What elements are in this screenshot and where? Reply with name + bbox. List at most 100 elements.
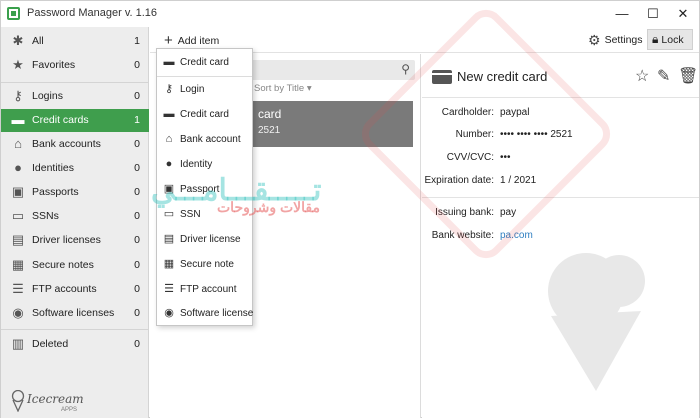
sidebar-item-label: Favorites xyxy=(32,59,76,71)
sidebar-item-deleted[interactable]: ▥ Deleted 0 xyxy=(1,333,149,356)
sidebar-divider xyxy=(1,329,149,330)
number-value[interactable]: •••• •••• •••• 2521 xyxy=(500,129,573,140)
sidebar-item-credit-cards[interactable]: ▬ Credit cards 1 xyxy=(1,109,149,132)
menu-item-driver-license[interactable]: ▤ Driver license xyxy=(157,228,252,252)
sidebar-item-count: 0 xyxy=(134,283,140,295)
menu-item-bank-account[interactable]: ⌂ Bank account xyxy=(157,128,252,152)
sidebar-item-label: All xyxy=(32,35,44,47)
star-icon: ★ xyxy=(12,57,24,72)
bank-website-link[interactable]: pa.com xyxy=(500,230,533,241)
maximize-button[interactable]: ☐ xyxy=(638,5,668,23)
sidebar-item-driver-licenses[interactable]: ▤ Driver licenses 0 xyxy=(1,229,149,252)
gear-icon: ⚙ xyxy=(588,32,601,48)
search-icon[interactable]: ⚲ xyxy=(401,62,410,76)
expiration-value[interactable]: 1 / 2021 xyxy=(500,175,536,186)
sidebar-item-favorites[interactable]: ★ Favorites 0 xyxy=(1,54,149,77)
menu-item-credit-card-recent[interactable]: ▬ Credit card xyxy=(157,51,252,75)
menu-item-passport[interactable]: ▣ Passport xyxy=(157,178,252,202)
trash-icon: ▥ xyxy=(11,336,25,351)
sidebar-item-bank-accounts[interactable]: ⌂ Bank accounts 0 xyxy=(1,133,149,156)
cardholder-label: Cardholder: xyxy=(441,107,494,118)
sidebar-item-ssns[interactable]: ▭ SSNs 0 xyxy=(1,205,149,228)
expiration-label: Expiration date: xyxy=(424,175,495,186)
passport-icon: ▣ xyxy=(11,184,25,199)
sidebar-item-count: 0 xyxy=(134,259,140,271)
menu-item-label: Driver license xyxy=(180,234,241,245)
sidebar-item-count: 0 xyxy=(134,307,140,319)
credit-card-icon xyxy=(432,70,452,84)
lock-button[interactable]: 🔒︎ Lock xyxy=(647,29,693,50)
sidebar-item-all[interactable]: ✱ All 1 xyxy=(1,30,149,53)
app-window: Password Manager v. 1.16 — ☐ ✕ ✱ All 1 ★… xyxy=(0,0,700,418)
sort-dropdown[interactable]: Sort by Title ▾ xyxy=(254,83,312,94)
menu-item-identity[interactable]: ● Identity xyxy=(157,153,252,177)
menu-item-label: FTP account xyxy=(180,284,237,295)
sidebar-item-label: Passports xyxy=(32,186,79,198)
edit-pencil-icon[interactable]: ✎ xyxy=(657,66,670,86)
detail-divider xyxy=(422,97,699,98)
sidebar-item-count: 0 xyxy=(134,338,140,350)
note-icon: ▦ xyxy=(11,257,25,272)
settings-button[interactable]: ⚙ Settings xyxy=(588,32,643,49)
brand-logo-icon xyxy=(11,390,25,412)
plus-icon: + xyxy=(164,32,173,49)
sidebar-item-label: Identities xyxy=(32,162,75,174)
issuing-bank-label: Issuing bank: xyxy=(435,207,494,218)
credit-card-icon: ▬ xyxy=(163,56,175,68)
sidebar-item-secure-notes[interactable]: ▦ Secure notes 0 xyxy=(1,254,149,277)
sidebar-divider xyxy=(1,82,149,83)
note-icon: ▦ xyxy=(163,258,175,270)
add-item-button[interactable]: + Add item xyxy=(164,32,219,49)
minimize-button[interactable]: — xyxy=(607,5,637,23)
close-button[interactable]: ✕ xyxy=(668,5,698,23)
app-logo-icon xyxy=(7,7,20,20)
list-item-subtitle: 2521 xyxy=(258,125,281,136)
favorite-star-icon[interactable]: ☆ xyxy=(635,66,649,86)
issuing-bank-value[interactable]: pay xyxy=(500,207,516,218)
chevron-down-icon: ▾ xyxy=(306,83,312,94)
menu-item-credit-card[interactable]: ▬ Credit card xyxy=(157,103,252,127)
brand-logo: Icecream APPS xyxy=(11,389,111,415)
bank-website-label: Bank website: xyxy=(431,230,494,241)
menu-item-ssn[interactable]: ▭ SSN xyxy=(157,203,252,227)
settings-label: Settings xyxy=(604,34,643,46)
sidebar-item-label: SSNs xyxy=(32,210,59,222)
delete-trash-icon[interactable]: 🗑︎ xyxy=(678,66,698,86)
sidebar-item-label: Bank accounts xyxy=(32,138,101,150)
menu-item-secure-note[interactable]: ▦ Secure note xyxy=(157,253,252,277)
menu-item-label: Login xyxy=(180,84,205,95)
menu-item-label: Bank account xyxy=(180,134,241,145)
menu-item-software-license[interactable]: ◉ Software license xyxy=(157,302,254,326)
sidebar-item-label: Driver licenses xyxy=(32,234,101,246)
menu-item-label: Identity xyxy=(180,159,213,170)
title-bar: Password Manager v. 1.16 — ☐ ✕ xyxy=(1,1,699,27)
credit-card-icon: ▬ xyxy=(163,108,175,120)
sidebar-item-logins[interactable]: ⚷ Logins 0 xyxy=(1,85,149,108)
ssn-icon: ▭ xyxy=(11,208,25,223)
key-icon: ⚷ xyxy=(13,88,23,103)
sidebar-item-count: 0 xyxy=(134,162,140,174)
menu-item-login[interactable]: ⚷ Login xyxy=(157,78,252,102)
list-item-title: card xyxy=(258,107,282,121)
sidebar: ✱ All 1 ★ Favorites 0 ⚷ Logins 0 ▬ Credi… xyxy=(1,27,149,418)
key-icon: ⚷ xyxy=(164,83,174,95)
sidebar-item-software-licenses[interactable]: ◉ Software licenses 0 xyxy=(1,302,149,325)
sidebar-item-passports[interactable]: ▣ Passports 0 xyxy=(1,181,149,204)
lock-icon: 🔒︎ xyxy=(652,32,659,46)
disc-icon: ◉ xyxy=(12,305,24,320)
sidebar-item-ftp-accounts[interactable]: ☰ FTP accounts 0 xyxy=(1,278,149,301)
bank-icon: ⌂ xyxy=(165,133,173,145)
menu-item-ftp-account[interactable]: ☰ FTP account xyxy=(157,278,252,302)
brand-name: Icecream xyxy=(27,392,84,406)
passport-icon: ▣ xyxy=(163,183,175,195)
license-icon: ▤ xyxy=(163,233,175,245)
menu-item-label: Software license xyxy=(180,308,254,319)
menu-item-label: Passport xyxy=(180,184,220,195)
cvv-value[interactable]: ••• xyxy=(500,152,511,163)
sidebar-item-identities[interactable]: ● Identities 0 xyxy=(1,157,149,180)
sidebar-item-count: 0 xyxy=(134,186,140,198)
database-icon: ☰ xyxy=(12,281,24,296)
sidebar-item-count: 0 xyxy=(134,138,140,150)
cardholder-value[interactable]: paypal xyxy=(500,107,529,118)
sidebar-item-label: Credit cards xyxy=(32,114,89,126)
